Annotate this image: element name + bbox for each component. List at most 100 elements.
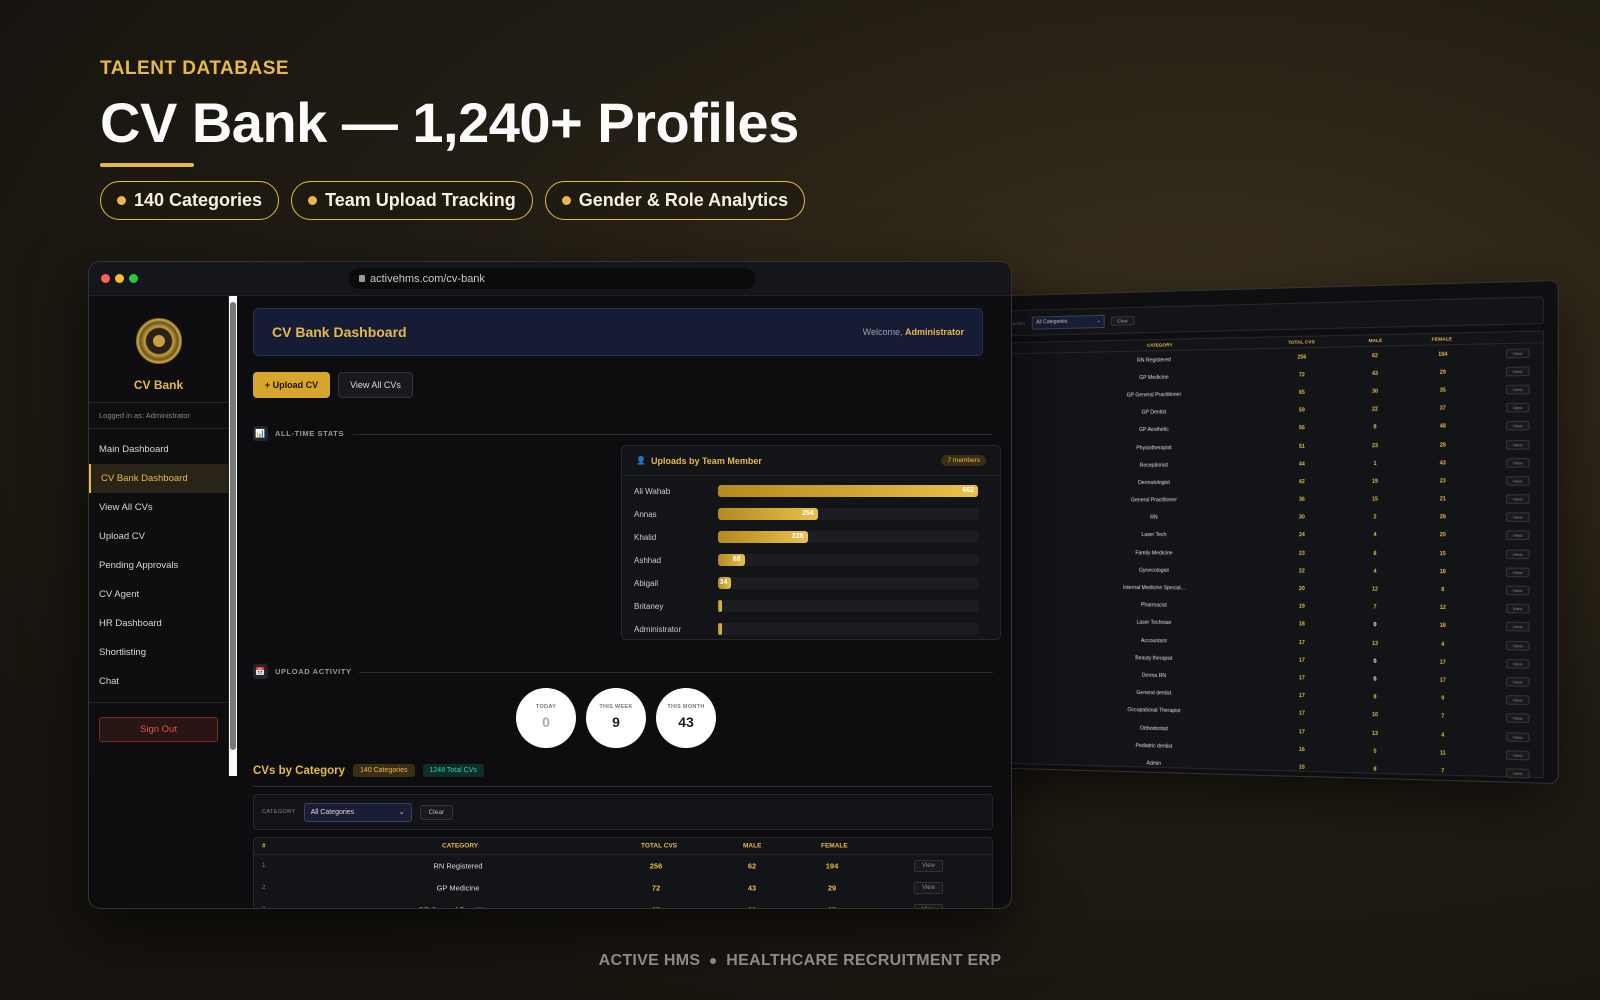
view-button[interactable]: View	[1505, 749, 1530, 761]
view-button[interactable]: View	[1505, 585, 1530, 596]
view-button[interactable]: View	[1505, 622, 1530, 632]
view-button[interactable]: View	[1505, 421, 1530, 431]
view-button[interactable]: View	[914, 860, 943, 872]
separator-dot-icon	[710, 957, 717, 964]
category-table: # CATEGORY TOTAL CVS MALE FEMALE 1 RN Reg…	[253, 837, 993, 908]
feature-pills: 140 Categories Team Upload Tracking Gend…	[100, 181, 806, 220]
close-dot-icon[interactable]	[101, 274, 110, 283]
uploads-card: 👤 Uploads by Team Member 7 members Ali W…	[621, 445, 1001, 640]
bar: 662	[718, 485, 978, 497]
sidebar-item[interactable]: CV Agent	[89, 580, 228, 609]
sidebar-item[interactable]: Pending Approvals	[89, 551, 228, 580]
row-male: 0	[1373, 658, 1377, 665]
view-all-cvs-button[interactable]: View All CVs	[338, 372, 413, 398]
sign-out-button[interactable]: Sign Out	[99, 717, 218, 742]
row-total: 36	[1298, 496, 1305, 504]
row-female: 12	[1439, 604, 1446, 612]
stat-value: 9	[612, 714, 620, 730]
lock-icon	[359, 275, 365, 282]
view-button[interactable]: View	[1505, 476, 1530, 486]
row-male: 2	[1373, 514, 1377, 521]
total-cvs-badge: 1248 Total CVs	[422, 764, 484, 777]
view-button[interactable]: View	[914, 904, 943, 908]
view-button[interactable]: View	[914, 882, 943, 894]
sidebar-item[interactable]: Upload CV	[89, 522, 228, 551]
bar-label: Abigail	[634, 578, 659, 588]
bar-label: Ashhad	[634, 555, 662, 565]
view-button[interactable]: View	[1505, 676, 1530, 687]
section-label: ALL-TIME STATS	[275, 429, 344, 438]
upload-cv-button[interactable]: + Upload CV	[253, 372, 330, 398]
bar-row: Ashhad 68	[634, 553, 978, 567]
sidebar-item[interactable]: Chat	[89, 667, 228, 696]
view-button[interactable]: View	[1505, 658, 1530, 669]
sidebar-item[interactable]: HR Dashboard	[89, 609, 228, 638]
table-row: 11Laser Tech24420View	[995, 527, 1543, 545]
row-female: 194	[825, 861, 839, 871]
table-row: 10RN30228View	[995, 508, 1543, 527]
view-button[interactable]: View	[1505, 695, 1530, 706]
view-button[interactable]: View	[1505, 439, 1530, 450]
view-button[interactable]: View	[1505, 768, 1530, 779]
section-upload-activity: 📅 UPLOAD ACTIVITY	[253, 664, 352, 679]
row-male: 10	[1371, 712, 1379, 719]
view-button[interactable]: View	[1505, 640, 1530, 651]
minimize-dot-icon[interactable]	[115, 274, 124, 283]
row-female: 15	[1439, 550, 1446, 557]
bar-label: Ali Wahab	[634, 486, 671, 496]
view-button[interactable]: View	[1505, 384, 1530, 395]
row-category: Laser Tech	[1141, 532, 1167, 539]
bar-track: 228	[718, 531, 978, 543]
row-category: Receptionist	[1139, 462, 1169, 469]
row-female: 18	[1439, 568, 1446, 576]
view-button[interactable]: View	[1505, 457, 1530, 468]
logged-in-text: Logged in as: Administrator	[99, 411, 190, 420]
row-total: 23	[1298, 550, 1305, 557]
sidebar-item[interactable]: Shortlisting	[89, 638, 228, 667]
maximize-dot-icon[interactable]	[129, 274, 138, 283]
welcome-label: Welcome,	[862, 327, 903, 337]
clear-button[interactable]: Clear	[419, 804, 454, 820]
row-total: 72	[1298, 371, 1305, 379]
table-row: 1 RN Registered 256 62 194 View	[254, 855, 992, 877]
row-male: 12	[1371, 586, 1379, 593]
category-select[interactable]: All Categories ⌄	[1032, 314, 1105, 330]
scrollbar-thumb[interactable]	[230, 302, 236, 750]
row-male: 62	[747, 861, 757, 871]
view-button[interactable]: View	[1505, 530, 1530, 541]
stat-label: THIS WEEK	[599, 704, 633, 710]
view-button[interactable]: View	[1505, 512, 1530, 523]
sidebar-scrollbar[interactable]	[229, 296, 237, 776]
view-button[interactable]: View	[1505, 603, 1530, 614]
section-all-time: 📊 ALL-TIME STATS	[253, 426, 344, 441]
bar: 34	[718, 577, 732, 589]
col-male: MALE	[743, 842, 762, 850]
sidebar-item[interactable]: CV Bank Dashboard	[89, 464, 228, 493]
view-button[interactable]: View	[1505, 713, 1530, 724]
clear-button[interactable]: Clear	[1111, 315, 1135, 326]
section-title: CVs by Category	[253, 764, 346, 777]
view-button[interactable]: View	[1505, 731, 1530, 742]
col-total: TOTAL CVS	[1287, 339, 1315, 345]
dot-icon	[117, 196, 126, 205]
category-select[interactable]: All Categories ⌄	[303, 802, 412, 822]
view-button[interactable]: View	[1505, 567, 1530, 578]
select-value: All Categories	[1036, 318, 1068, 326]
dot-icon	[561, 196, 571, 205]
address-bar[interactable]: activehms.com/cv-bank	[349, 268, 755, 289]
logo-emblem	[135, 318, 182, 364]
sidebar-item[interactable]: View All CVs	[89, 493, 228, 522]
view-button[interactable]: View	[1505, 549, 1530, 559]
pill-label: 140 Categories	[134, 190, 263, 210]
row-female: 17	[1439, 659, 1446, 666]
table-header: # CATEGORY TOTAL CVS MALE FEMALE	[254, 838, 992, 855]
view-button[interactable]: View	[1505, 347, 1530, 358]
sidebar-item[interactable]: Main Dashboard	[89, 435, 228, 464]
browser-window: activehms.com/cv-bank CV Bank Logged in …	[88, 261, 1012, 909]
view-button[interactable]: View	[1505, 402, 1530, 413]
row-total: 17	[1298, 710, 1305, 718]
view-button[interactable]: View	[1505, 494, 1530, 504]
view-button[interactable]: View	[1505, 366, 1530, 377]
col-female: FEMALE	[1431, 336, 1453, 342]
row-total: 20	[1298, 585, 1305, 593]
